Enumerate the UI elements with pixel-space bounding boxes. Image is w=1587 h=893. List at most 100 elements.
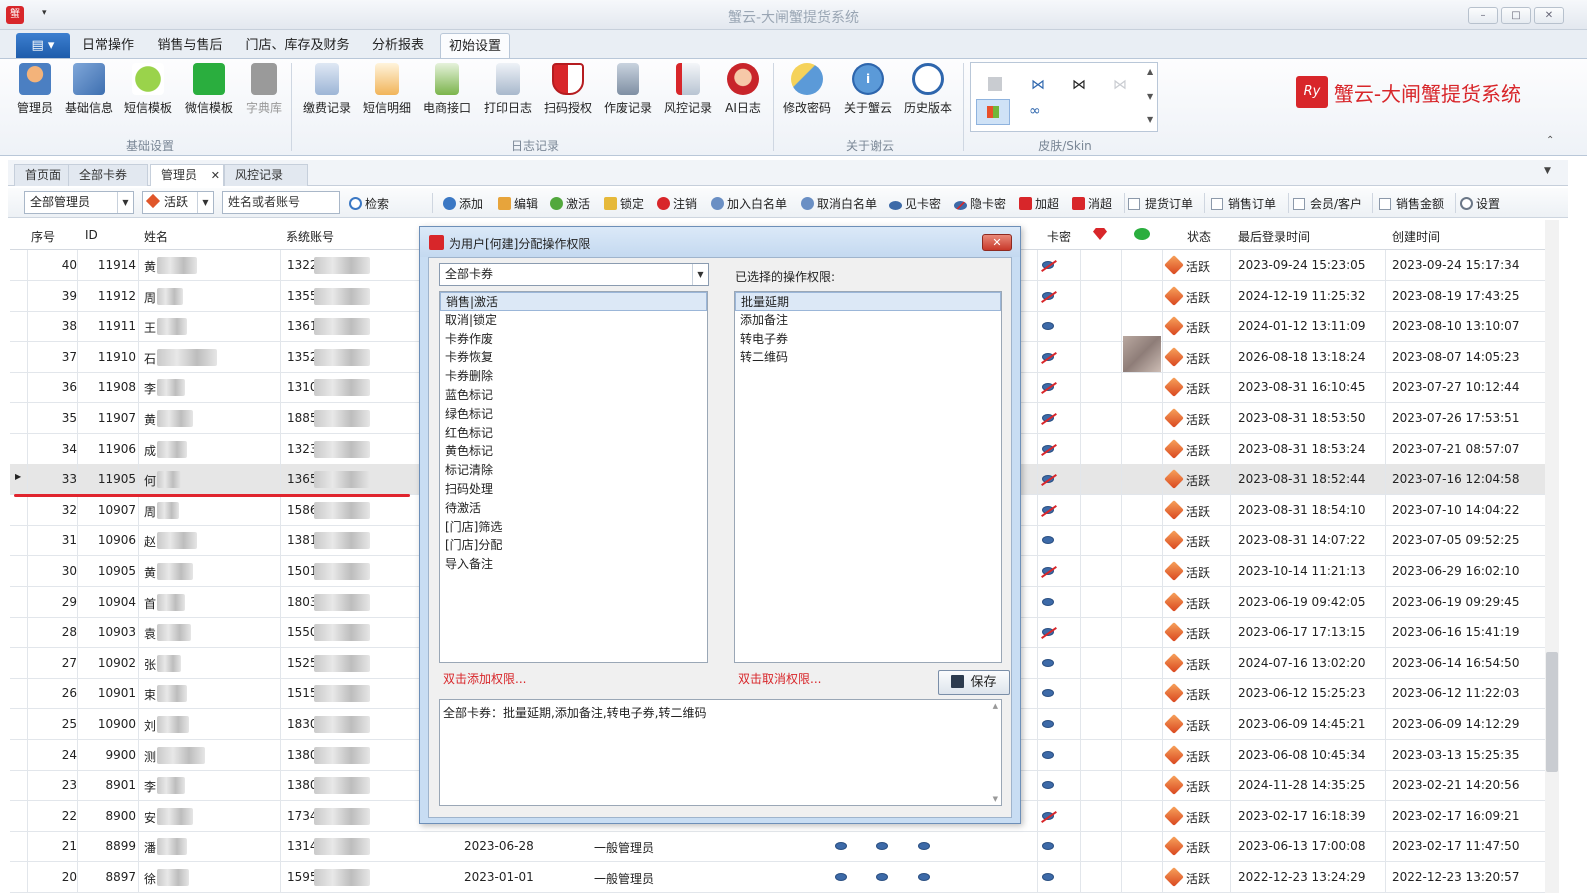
tab-close-icon[interactable]: ✕ bbox=[211, 165, 220, 186]
eye-off-icon[interactable] bbox=[1042, 475, 1054, 484]
status-filter-select[interactable]: 活跃 ▼ bbox=[142, 191, 214, 214]
list-item[interactable]: 红色标记 bbox=[440, 424, 707, 443]
skin-vs-dark-icon[interactable]: ⋈ bbox=[1072, 77, 1086, 93]
col-status[interactable]: 状态 bbox=[1187, 228, 1211, 245]
skin-infinity-icon[interactable]: ∞ bbox=[1029, 103, 1041, 119]
list-item[interactable]: 取消|锁定 bbox=[440, 311, 707, 330]
eye-off-icon[interactable] bbox=[1042, 505, 1054, 514]
list-item[interactable]: 黄色标记 bbox=[440, 442, 707, 461]
role-filter-select[interactable]: 全部管理员 ▼ bbox=[24, 191, 134, 214]
sales-order-checkbox[interactable]: 销售订单 bbox=[1211, 195, 1276, 212]
tab-store[interactable]: 门店、库存及财务 bbox=[240, 33, 355, 58]
eye-icon[interactable] bbox=[918, 842, 930, 851]
void-log-button[interactable]: 作废记录 bbox=[601, 63, 655, 116]
sales-amount-checkbox[interactable]: 销售金额 bbox=[1379, 195, 1444, 212]
list-item[interactable]: 添加备注 bbox=[735, 311, 1001, 330]
tab-initial-settings[interactable]: 初始设置 bbox=[440, 33, 510, 58]
eye-icon[interactable] bbox=[835, 873, 847, 881]
search-input[interactable]: 姓名或者账号 bbox=[222, 191, 340, 214]
eye-off-icon[interactable] bbox=[1042, 352, 1054, 361]
tab-all-cards[interactable]: 全部卡券 bbox=[68, 164, 148, 186]
remove-super-button[interactable]: 消超 bbox=[1072, 195, 1112, 212]
eye-off-icon[interactable] bbox=[1042, 414, 1054, 422]
memo-scroll-up-icon[interactable]: ▲ bbox=[993, 702, 998, 710]
about-button[interactable]: i 关于蟹云 bbox=[841, 63, 895, 116]
tab-list-dropdown-icon[interactable]: ▼ bbox=[1544, 166, 1551, 176]
list-item[interactable]: 蓝色标记 bbox=[440, 386, 707, 405]
eye-icon[interactable] bbox=[1042, 842, 1054, 851]
list-item[interactable]: 标记清除 bbox=[440, 461, 707, 480]
list-item[interactable]: 转电子券 bbox=[735, 330, 1001, 349]
basic-info-button[interactable]: 基础信息 bbox=[62, 63, 116, 116]
category-select[interactable]: 全部卡券 ▼ bbox=[439, 263, 709, 286]
sms-detail-button[interactable]: 短信明细 bbox=[360, 63, 414, 116]
col-seq[interactable]: 序号 bbox=[31, 228, 55, 245]
list-item[interactable]: [门店]分配 bbox=[440, 536, 707, 555]
eye-off-icon[interactable] bbox=[1042, 811, 1054, 820]
member-checkbox[interactable]: 会员/客户 bbox=[1293, 195, 1362, 212]
col-created[interactable]: 创建时间 bbox=[1392, 228, 1440, 245]
search-button[interactable]: 检索 bbox=[349, 195, 389, 212]
list-item[interactable]: 卡券删除 bbox=[440, 367, 707, 386]
dictionary-button[interactable]: 字典库 bbox=[237, 63, 291, 116]
table-row[interactable]: 21 8899 潘 1314 2023-06-28 一般管理员 活跃 2023-06-13 1… bbox=[10, 831, 1545, 863]
col-name[interactable]: 姓名 bbox=[144, 228, 168, 245]
list-item[interactable]: 绿色标记 bbox=[440, 405, 707, 424]
eye-icon[interactable] bbox=[1042, 322, 1054, 331]
list-item[interactable]: 转二维码 bbox=[735, 348, 1001, 367]
lock-button[interactable]: 锁定 bbox=[604, 195, 644, 212]
print-log-button[interactable]: 打印日志 bbox=[481, 63, 535, 116]
eye-icon[interactable] bbox=[1042, 597, 1054, 606]
hide-card-secret-button[interactable]: 隐卡密 bbox=[954, 195, 1006, 212]
add-whitelist-button[interactable]: 加入白名单 bbox=[711, 195, 787, 212]
scan-auth-button[interactable]: 扫码授权 bbox=[541, 63, 595, 116]
memo-scroll-down-icon[interactable]: ▼ bbox=[993, 795, 998, 803]
available-permissions-list[interactable]: 销售|激活 取消|锁定 卡券作废 卡券恢复 卡券删除 蓝色标记 绿色标记 红色标记 黄色标记 标记… bbox=[439, 291, 708, 663]
app-menu-button[interactable]: ▤ ▾ bbox=[16, 33, 70, 58]
ecommerce-api-button[interactable]: 电商接口 bbox=[420, 63, 474, 116]
close-button[interactable]: ✕ bbox=[1534, 7, 1564, 24]
pickup-order-checkbox[interactable]: 提货订单 bbox=[1128, 195, 1193, 212]
eye-off-icon[interactable] bbox=[1042, 444, 1054, 453]
skin-office-icon[interactable] bbox=[988, 77, 1002, 91]
add-button[interactable]: 添加 bbox=[443, 195, 483, 212]
col-account[interactable]: 系统账号 bbox=[286, 228, 334, 245]
ai-log-button[interactable]: AI日志 bbox=[716, 63, 770, 116]
eye-icon[interactable] bbox=[1042, 873, 1054, 881]
col-last-login[interactable]: 最后登录时间 bbox=[1238, 228, 1310, 245]
ribbon-collapse-icon[interactable]: ⌃ bbox=[1546, 135, 1554, 146]
deregister-button[interactable]: 注销 bbox=[657, 195, 697, 212]
eye-icon[interactable] bbox=[1042, 536, 1054, 545]
table-row[interactable]: 20 8897 徐 1595 2023-01-01 一般管理员 活跃 2022-12-23 1… bbox=[10, 862, 1545, 893]
list-item[interactable]: [门店]筛选 bbox=[440, 518, 707, 537]
show-card-secret-button[interactable]: 见卡密 bbox=[889, 195, 941, 212]
scrollbar-thumb[interactable] bbox=[1546, 652, 1558, 772]
change-password-button[interactable]: 修改密码 bbox=[780, 63, 834, 116]
skin-scroll-down-icon[interactable]: ▼ bbox=[1147, 92, 1153, 101]
eye-icon[interactable] bbox=[918, 873, 930, 881]
remove-whitelist-button[interactable]: 取消白名单 bbox=[801, 195, 877, 212]
admin-button[interactable]: 管理员 bbox=[8, 63, 62, 116]
tab-risk-log[interactable]: 风控记录 bbox=[224, 164, 308, 186]
col-card-secret[interactable]: 卡密 bbox=[1047, 228, 1071, 245]
skin-more-icon[interactable]: ▼ bbox=[1147, 115, 1153, 124]
skin-windows-icon[interactable] bbox=[976, 99, 1010, 125]
tab-admin[interactable]: 管理员 ✕ bbox=[150, 164, 224, 186]
eye-off-icon[interactable] bbox=[1042, 291, 1054, 300]
skin-gallery[interactable]: ⋈ ⋈ ⋈ ∞ ▲ ▼ ▼ bbox=[970, 62, 1158, 132]
tab-home[interactable]: 首页面 bbox=[14, 164, 73, 186]
save-button[interactable]: 保存 bbox=[938, 670, 1010, 695]
wechat-template-button[interactable]: 微信模板 bbox=[182, 63, 236, 116]
eye-icon[interactable] bbox=[1042, 750, 1054, 759]
eye-off-icon[interactable] bbox=[1042, 628, 1054, 637]
risk-log-button[interactable]: 风控记录 bbox=[661, 63, 715, 116]
list-item[interactable]: 导入备注 bbox=[440, 555, 707, 574]
sms-template-button[interactable]: 短信模板 bbox=[121, 63, 175, 116]
edit-button[interactable]: 编辑 bbox=[498, 195, 538, 212]
settings-button[interactable]: 设置 bbox=[1460, 195, 1500, 212]
tab-sales[interactable]: 销售与售后 bbox=[150, 33, 230, 58]
payment-log-button[interactable]: 缴费记录 bbox=[300, 63, 354, 116]
dialog-close-button[interactable]: ✕ bbox=[982, 234, 1012, 251]
list-item[interactable]: 待激活 bbox=[440, 499, 707, 518]
eye-icon[interactable] bbox=[876, 873, 888, 881]
